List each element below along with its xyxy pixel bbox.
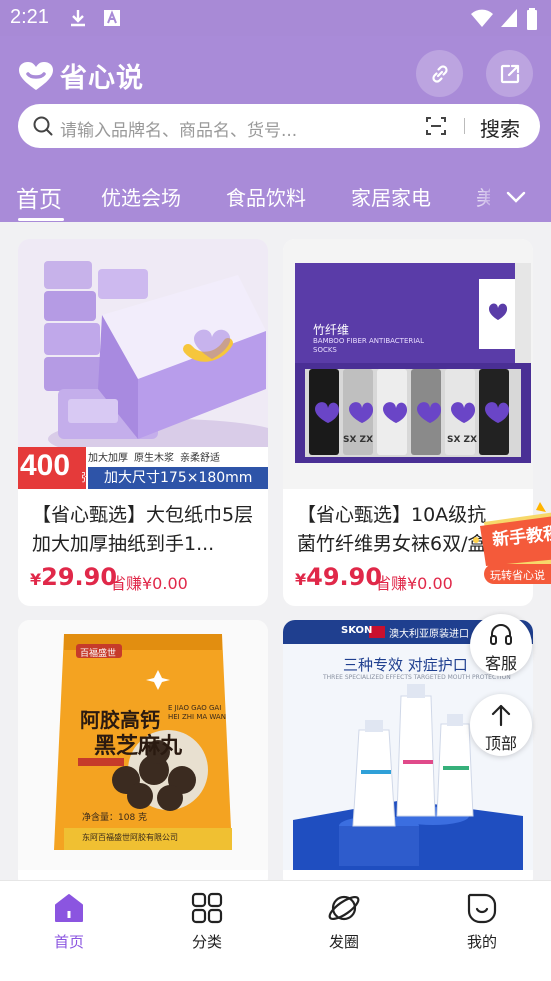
product-price: ¥49.90 <box>295 563 383 591</box>
product-earn: 省赚¥0.00 <box>110 574 188 593</box>
tab-active-indicator <box>18 218 64 221</box>
promo-subtitle: 玩转省心说 <box>490 569 545 582</box>
planet-icon <box>328 895 360 921</box>
nav-mine[interactable]: 我的 <box>413 881 551 961</box>
search-icon <box>33 116 53 136</box>
tab-home-appliance[interactable]: 家居家电 <box>351 182 431 211</box>
customer-service-button[interactable]: 客服 <box>470 614 532 676</box>
smile-icon <box>467 893 497 924</box>
brand-name: 省心说 <box>60 63 144 94</box>
download-icon <box>68 8 88 32</box>
grid-icon <box>191 892 223 924</box>
nav-moments[interactable]: 发圈 <box>275 881 413 961</box>
search-divider <box>464 118 465 134</box>
headset-icon <box>490 624 512 645</box>
nav-category[interactable]: 分类 <box>138 881 276 961</box>
search-input[interactable]: 请输入品牌名、商品名、货号... <box>60 116 297 141</box>
tissue-banner: 400 张 加大加厚 原生木浆 亲柔舒适 加大尺寸175×180mm <box>18 447 268 489</box>
top-label: 顶部 <box>484 734 517 753</box>
chevron-down-icon[interactable] <box>503 184 529 214</box>
product-title: 【省心甄选】大包纸巾5层加大加厚抽纸到手1... <box>32 504 254 555</box>
keyboard-icon <box>102 8 122 32</box>
header: 省心说 请输入品牌名、商品名、货号... 搜索 首页 优选会场 食品饮料 家居家… <box>0 36 551 222</box>
heart-logo-icon <box>19 61 53 90</box>
product-image: 竹纤维 BAMBOO FIBER ANTIBACTERIAL SOCKS SX … <box>283 239 533 489</box>
product-price: ¥29.90 <box>30 563 118 591</box>
link-icon <box>431 64 448 83</box>
status-time: 2:21 <box>10 6 49 28</box>
battery-icon <box>526 8 538 34</box>
link-button[interactable] <box>416 50 463 97</box>
home-icon <box>55 894 83 922</box>
nav-home[interactable]: 首页 <box>0 881 138 961</box>
product-image: 百福盛世 阿胶高钙 黑芝麻丸 E JIAO GAO GAI HEI ZHI MA… <box>18 620 268 870</box>
nav-moments-label: 发圈 <box>328 933 359 951</box>
back-to-top-button[interactable]: 顶部 <box>470 694 532 756</box>
product-earn: 省赚¥0.00 <box>375 574 453 593</box>
category-tabs: 首页 优选会场 食品饮料 家居家电 美 <box>0 174 551 222</box>
search-button[interactable]: 搜索 <box>480 113 520 142</box>
share-icon <box>500 64 519 83</box>
share-button[interactable] <box>486 50 533 97</box>
nav-category-label: 分类 <box>191 933 222 951</box>
tab-food[interactable]: 食品饮料 <box>226 182 306 211</box>
tutorial-promo[interactable]: 新手教程 玩转省心说 <box>470 500 551 586</box>
search-bar[interactable]: 请输入品牌名、商品名、货号... 搜索 <box>18 104 540 148</box>
status-bar: 2:21 <box>0 0 551 36</box>
signal-icon <box>500 8 518 32</box>
brand-logo: 省心说 <box>18 56 144 95</box>
product-image: 400 张 加大加厚 原生木浆 亲柔舒适 加大尺寸175×180mm <box>18 239 268 489</box>
wifi-icon <box>470 8 494 32</box>
product-card[interactable]: 百福盛世 阿胶高钙 黑芝麻丸 E JIAO GAO GAI HEI ZHI MA… <box>18 620 268 890</box>
arrow-up-icon <box>491 704 511 727</box>
tab-home[interactable]: 首页 <box>16 180 62 214</box>
bottom-nav: 首页 分类 发圈 我的 <box>0 880 551 981</box>
product-card[interactable]: 400 张 加大加厚 原生木浆 亲柔舒适 加大尺寸175×180mm 【省心甄选… <box>18 239 268 606</box>
scan-icon[interactable] <box>424 114 448 138</box>
service-label: 客服 <box>484 654 517 673</box>
nav-home-label: 首页 <box>53 933 84 951</box>
tabs-fade <box>470 174 500 222</box>
tab-selection[interactable]: 优选会场 <box>101 182 181 211</box>
nav-mine-label: 我的 <box>466 933 497 951</box>
